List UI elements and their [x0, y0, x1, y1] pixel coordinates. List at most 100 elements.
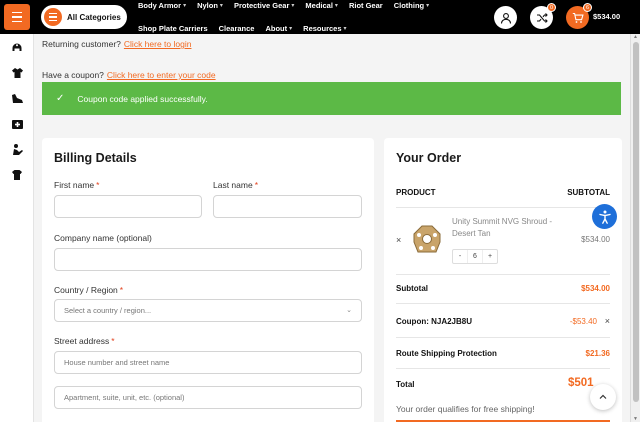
- last-name-field[interactable]: [213, 195, 362, 218]
- caret-down-icon: ▾: [219, 3, 223, 9]
- hamburger-menu-button[interactable]: [4, 4, 30, 30]
- shipping-protection-value: $21.36: [585, 349, 610, 358]
- company-field[interactable]: [54, 248, 362, 271]
- primary-nav: Body Armor ▾ Nylon ▾ Protective Gear ▾ Medi…: [138, 1, 440, 10]
- billing-title: Billing Details: [54, 151, 137, 165]
- user-icon: [500, 12, 511, 24]
- all-categories-label: All Categories: [67, 12, 121, 22]
- caret-down-icon: ▾: [291, 3, 295, 9]
- last-name-label: Last name *: [213, 180, 258, 190]
- scrollbar-thumb[interactable]: [633, 42, 639, 402]
- divider: [396, 337, 610, 338]
- increase-quantity-button[interactable]: +: [483, 250, 497, 263]
- product-thumbnail[interactable]: [408, 222, 446, 260]
- product-name-link[interactable]: Unity Summit NVG Shroud - Desert Tan: [452, 216, 564, 240]
- top-navigation-bar: All Categories Body Armor ▾ Nylon ▾ Protec…: [0, 0, 640, 34]
- caret-down-icon: ▾: [289, 26, 293, 32]
- total-label: Total: [396, 380, 415, 389]
- medkit-icon[interactable]: [9, 116, 25, 132]
- scroll-to-top-button[interactable]: [590, 384, 616, 410]
- compare-button[interactable]: 0: [530, 3, 556, 29]
- boot-icon[interactable]: [9, 91, 25, 107]
- required-mark: *: [96, 180, 100, 190]
- chevron-up-icon: [599, 394, 607, 399]
- cart-button[interactable]: 6: [566, 3, 592, 29]
- page-scrollbar[interactable]: ▲ ▼: [630, 34, 640, 422]
- checkmark-icon: ✓: [56, 93, 65, 104]
- required-mark: *: [254, 180, 259, 190]
- nav-item-about[interactable]: About ▾: [265, 24, 292, 33]
- nav-label: Protective Gear: [233, 1, 290, 10]
- decrease-quantity-button[interactable]: -: [453, 250, 467, 263]
- coupon-success-message: ✓ Coupon code applied successfully.: [42, 82, 621, 115]
- secondary-nav: Shop Plate Carriers Clearance About ▾ Res…: [138, 24, 358, 33]
- nav-item-riot-gear[interactable]: Riot Gear: [349, 1, 383, 10]
- caret-down-icon: ▾: [343, 26, 347, 32]
- accessibility-icon: [598, 210, 611, 224]
- caret-down-icon: ▾: [183, 3, 187, 9]
- first-name-field[interactable]: [54, 195, 202, 218]
- account-button[interactable]: [494, 6, 517, 29]
- nav-item-nylon[interactable]: Nylon ▾: [197, 1, 223, 10]
- shirt-icon[interactable]: [9, 167, 25, 183]
- divider: [396, 368, 610, 369]
- cart-count-badge: 6: [583, 3, 592, 12]
- coupon-text: Have a coupon?: [42, 70, 104, 80]
- nav-item-clothing[interactable]: Clothing ▾: [394, 1, 429, 10]
- street-address-field[interactable]: House number and street name: [54, 351, 362, 374]
- category-sidebar: [0, 34, 34, 422]
- caret-down-icon: ▾: [426, 3, 430, 9]
- nav-item-body-armor[interactable]: Body Armor ▾: [138, 1, 186, 10]
- nav-label: Body Armor: [138, 1, 182, 10]
- shuffle-icon: [536, 12, 548, 23]
- street-label: Street address *: [54, 336, 115, 346]
- accessibility-button[interactable]: [592, 204, 617, 229]
- country-label: Country / Region *: [54, 285, 123, 295]
- nav-label: Shop Plate Carriers: [138, 24, 208, 33]
- apartment-field[interactable]: Apartment, suite, unit, etc. (optional): [54, 386, 362, 409]
- coupon-label: Coupon: NJA2JB8U: [396, 317, 473, 326]
- quantity-input[interactable]: 6: [467, 250, 483, 263]
- success-text: Coupon code applied successfully.: [77, 93, 208, 104]
- menu-icon: [44, 8, 62, 26]
- divider: [396, 274, 610, 275]
- all-categories-button[interactable]: All Categories: [41, 5, 127, 29]
- returning-customer-text: Returning customer?: [42, 39, 121, 49]
- label-text: Street address: [54, 336, 110, 346]
- subtotal-label: Subtotal: [396, 284, 428, 293]
- nav-item-shop-plate-carriers[interactable]: Shop Plate Carriers: [138, 24, 208, 33]
- officer-icon[interactable]: [9, 141, 25, 157]
- helmet-icon[interactable]: [9, 40, 25, 56]
- nav-label: Clearance: [218, 24, 255, 33]
- cart-total[interactable]: $534.00: [593, 12, 620, 21]
- order-title: Your Order: [396, 151, 462, 165]
- nav-item-medical[interactable]: Medical ▾: [305, 1, 338, 10]
- scroll-down-arrow-icon[interactable]: ▼: [633, 416, 638, 422]
- remove-item-button[interactable]: ×: [396, 235, 401, 245]
- scroll-up-arrow-icon[interactable]: ▲: [633, 34, 638, 40]
- country-select[interactable]: Select a country / region... ⌄: [54, 299, 362, 322]
- label-text: Last name: [213, 180, 253, 190]
- enter-coupon-link[interactable]: Click here to enter your code: [107, 70, 216, 80]
- required-mark: *: [111, 336, 115, 346]
- cart-icon: [572, 12, 584, 23]
- company-label: Company name (optional): [54, 233, 152, 243]
- nav-label: Clothing: [393, 1, 425, 10]
- nav-label: Riot Gear: [348, 1, 383, 10]
- tshirt-icon[interactable]: [9, 65, 25, 81]
- coupon-notice: Have a coupon? Click here to enter your c…: [42, 70, 216, 80]
- remove-coupon-button[interactable]: ×: [605, 316, 610, 326]
- login-link[interactable]: Click here to login: [124, 39, 192, 49]
- compare-count-badge: 0: [547, 3, 556, 12]
- subtotal-value: $534.00: [581, 284, 610, 293]
- divider: [396, 303, 610, 304]
- free-shipping-message: Your order qualifies for free shipping!: [396, 404, 535, 414]
- nav-label: Nylon: [197, 1, 218, 10]
- nav-item-resources[interactable]: Resources ▾: [303, 24, 346, 33]
- nav-label: Resources: [303, 24, 342, 33]
- total-value: $501: [568, 377, 594, 389]
- coupon-discount-value: -$53.40: [569, 317, 597, 326]
- nav-item-clearance[interactable]: Clearance: [219, 24, 255, 33]
- nav-item-protective-gear[interactable]: Protective Gear ▾: [234, 1, 294, 10]
- label-text: Country / Region: [54, 285, 118, 295]
